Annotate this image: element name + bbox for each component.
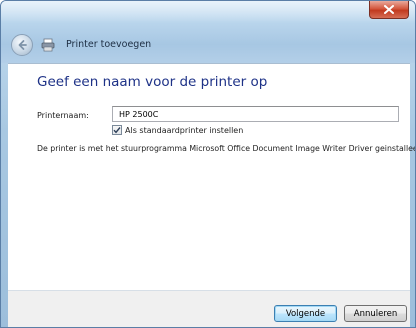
close-button[interactable] — [369, 1, 409, 19]
back-arrow-icon — [18, 40, 27, 50]
checkmark-icon — [113, 127, 121, 134]
printer-icon — [41, 38, 55, 52]
default-printer-option[interactable]: Als standaardprinter instellen — [112, 125, 243, 135]
printer-name-label: Printernaam: — [37, 111, 89, 120]
printer-name-input[interactable] — [112, 106, 399, 122]
default-printer-checkbox[interactable] — [112, 125, 122, 135]
back-button[interactable] — [11, 34, 33, 56]
driver-info-text: De printer is met het stuurprogramma Mic… — [37, 144, 416, 153]
next-button[interactable]: Volgende — [274, 305, 337, 322]
close-icon — [384, 5, 394, 14]
page-heading: Geef een naam voor de printer op — [37, 74, 268, 90]
title-bar — [1, 1, 415, 63]
wizard-footer: Volgende Annuleren — [8, 290, 410, 327]
cancel-button[interactable]: Annuleren — [344, 305, 407, 322]
add-printer-window: Printer toevoegen Geef een naam voor de … — [0, 0, 416, 328]
default-printer-label: Als standaardprinter instellen — [125, 125, 244, 135]
window-title: Printer toevoegen — [66, 39, 152, 50]
wizard-content: Geef een naam voor de printer op Printer… — [8, 63, 416, 290]
